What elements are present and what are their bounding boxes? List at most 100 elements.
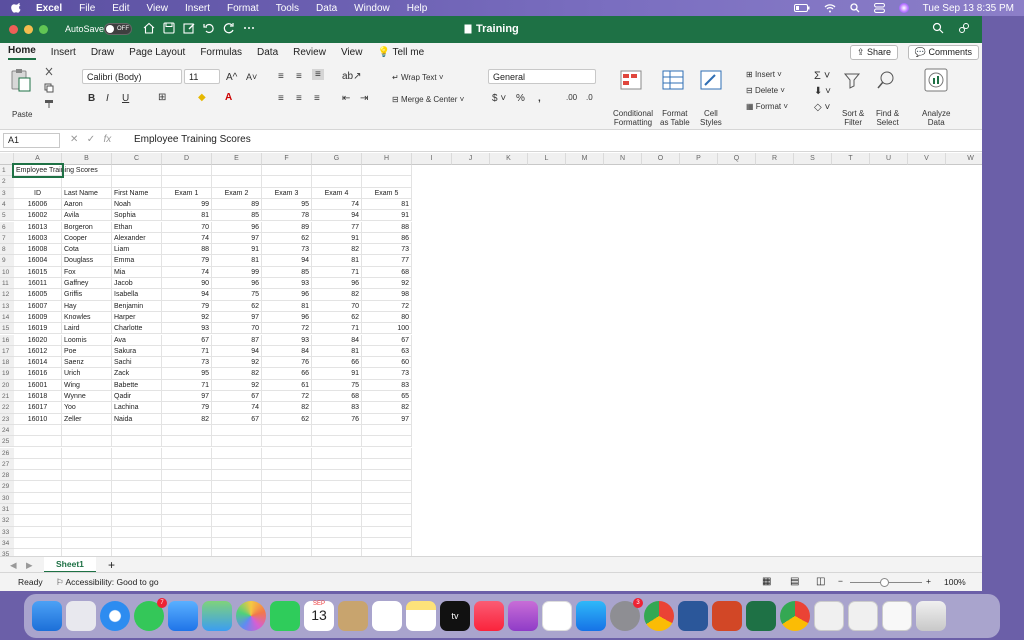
cell-D20[interactable]: 71 — [162, 379, 212, 391]
cell-A8[interactable]: 16008 — [14, 244, 62, 256]
copy-icon[interactable] — [44, 83, 54, 93]
cell-G10[interactable]: 71 — [312, 266, 362, 278]
cell-H19[interactable]: 73 — [362, 368, 412, 380]
maps-icon[interactable] — [202, 601, 232, 631]
menu-window[interactable]: Window — [354, 3, 390, 14]
cell-E3[interactable]: Exam 2 — [212, 187, 262, 199]
cell-H27[interactable] — [362, 458, 412, 471]
row-header[interactable]: 21 — [0, 391, 14, 403]
music-icon[interactable] — [474, 601, 504, 631]
cell-E34[interactable] — [212, 537, 262, 550]
cell-C16[interactable]: Ava — [112, 334, 162, 346]
format-cells-button[interactable]: ▦ Format ˅ — [746, 102, 788, 111]
cell-A12[interactable]: 16005 — [14, 289, 62, 301]
cell-G19[interactable]: 91 — [312, 368, 362, 380]
column-header[interactable]: W — [946, 153, 982, 165]
row-header[interactable]: 17 — [0, 345, 14, 358]
column-header[interactable]: A — [14, 153, 62, 165]
cell-F26[interactable] — [262, 447, 312, 459]
cell-F3[interactable]: Exam 3 — [262, 187, 312, 199]
cell-H2[interactable] — [362, 176, 412, 188]
cell-G34[interactable] — [312, 537, 362, 550]
cell-E31[interactable] — [212, 504, 262, 516]
launchpad-icon[interactable] — [66, 601, 96, 631]
cell-E26[interactable] — [212, 447, 262, 459]
cell-A23[interactable]: 16010 — [14, 413, 62, 425]
cell-A18[interactable]: 16014 — [14, 357, 62, 369]
cell-D4[interactable]: 99 — [162, 198, 212, 211]
cell-E16[interactable]: 87 — [212, 334, 262, 346]
align-left-icon[interactable]: ≡ — [278, 93, 284, 104]
cell-C27[interactable] — [112, 458, 162, 471]
column-header[interactable]: U — [870, 153, 908, 165]
formula-input[interactable]: Employee Training Scores — [134, 134, 251, 145]
menu-help[interactable]: Help — [407, 3, 428, 14]
wrap-text-button[interactable]: ↵ Wrap Text ˅ — [392, 73, 444, 82]
cell-E6[interactable]: 96 — [212, 221, 262, 233]
finder-icon[interactable] — [32, 601, 62, 631]
borders-icon[interactable]: ⊞ — [158, 92, 166, 103]
column-header[interactable]: R — [756, 153, 794, 165]
cell-H25[interactable] — [362, 436, 412, 448]
cell-F33[interactable] — [262, 526, 312, 538]
news-icon[interactable] — [542, 601, 572, 631]
cell-D14[interactable]: 92 — [162, 311, 212, 324]
cell-B9[interactable]: Douglass — [62, 255, 112, 267]
cell-H1[interactable] — [362, 165, 412, 177]
row-header[interactable]: 34 — [0, 537, 14, 550]
cell-B20[interactable]: Wing — [62, 379, 112, 391]
cell-B8[interactable]: Cota — [62, 244, 112, 256]
cell-B15[interactable]: Laird — [62, 323, 112, 335]
cell-C20[interactable]: Babette — [112, 379, 162, 391]
cell-B33[interactable] — [62, 526, 112, 538]
chrome-canary-icon[interactable] — [780, 601, 810, 631]
row-header[interactable]: 3 — [0, 187, 14, 199]
cell-G13[interactable]: 70 — [312, 300, 362, 312]
cell-H3[interactable]: Exam 5 — [362, 187, 412, 199]
cell-H14[interactable]: 80 — [362, 311, 412, 324]
tab-review[interactable]: Review — [293, 47, 326, 58]
cell-B27[interactable] — [62, 458, 112, 471]
cell-C5[interactable]: Sophia — [112, 210, 162, 222]
comments-button[interactable]: 💬 Comments — [907, 45, 979, 60]
cell-D29[interactable] — [162, 481, 212, 493]
row-header[interactable]: 2 — [0, 176, 14, 188]
cell-G22[interactable]: 83 — [312, 402, 362, 414]
cell-E18[interactable]: 92 — [212, 357, 262, 369]
column-header[interactable]: N — [604, 153, 642, 165]
cell-G2[interactable] — [312, 176, 362, 188]
safari-icon[interactable] — [100, 601, 130, 631]
column-header[interactable]: E — [212, 153, 262, 165]
cell-C15[interactable]: Charlotte — [112, 323, 162, 335]
cell-H4[interactable]: 81 — [362, 198, 412, 211]
cell-F20[interactable]: 61 — [262, 379, 312, 391]
cell-F29[interactable] — [262, 481, 312, 493]
column-header[interactable]: J — [452, 153, 490, 165]
cell-B14[interactable]: Knowles — [62, 311, 112, 324]
reminders-icon[interactable] — [372, 601, 402, 631]
align-center-icon[interactable]: ≡ — [296, 93, 302, 104]
cell-G12[interactable]: 82 — [312, 289, 362, 301]
cell-B10[interactable]: Fox — [62, 266, 112, 278]
cell-H33[interactable] — [362, 526, 412, 538]
cell-E14[interactable]: 97 — [212, 311, 262, 324]
cell-C13[interactable]: Benjamin — [112, 300, 162, 312]
cell-G20[interactable]: 75 — [312, 379, 362, 391]
cell-D2[interactable] — [162, 176, 212, 188]
cell-C24[interactable] — [112, 424, 162, 437]
wifi-icon[interactable] — [824, 3, 836, 13]
italic-button[interactable]: I — [106, 93, 109, 104]
cell-A22[interactable]: 16017 — [14, 402, 62, 414]
cell-G33[interactable] — [312, 526, 362, 538]
column-header[interactable]: O — [642, 153, 680, 165]
row-header[interactable]: 26 — [0, 447, 14, 459]
cell-C4[interactable]: Noah — [112, 198, 162, 211]
cell-A32[interactable] — [14, 515, 62, 527]
cell-D16[interactable]: 67 — [162, 334, 212, 346]
cell-A10[interactable]: 16015 — [14, 266, 62, 278]
cell-F25[interactable] — [262, 436, 312, 448]
cell-F28[interactable] — [262, 470, 312, 482]
cell-F4[interactable]: 95 — [262, 198, 312, 211]
home-icon[interactable] — [142, 21, 156, 35]
cell-C18[interactable]: Sachi — [112, 357, 162, 369]
